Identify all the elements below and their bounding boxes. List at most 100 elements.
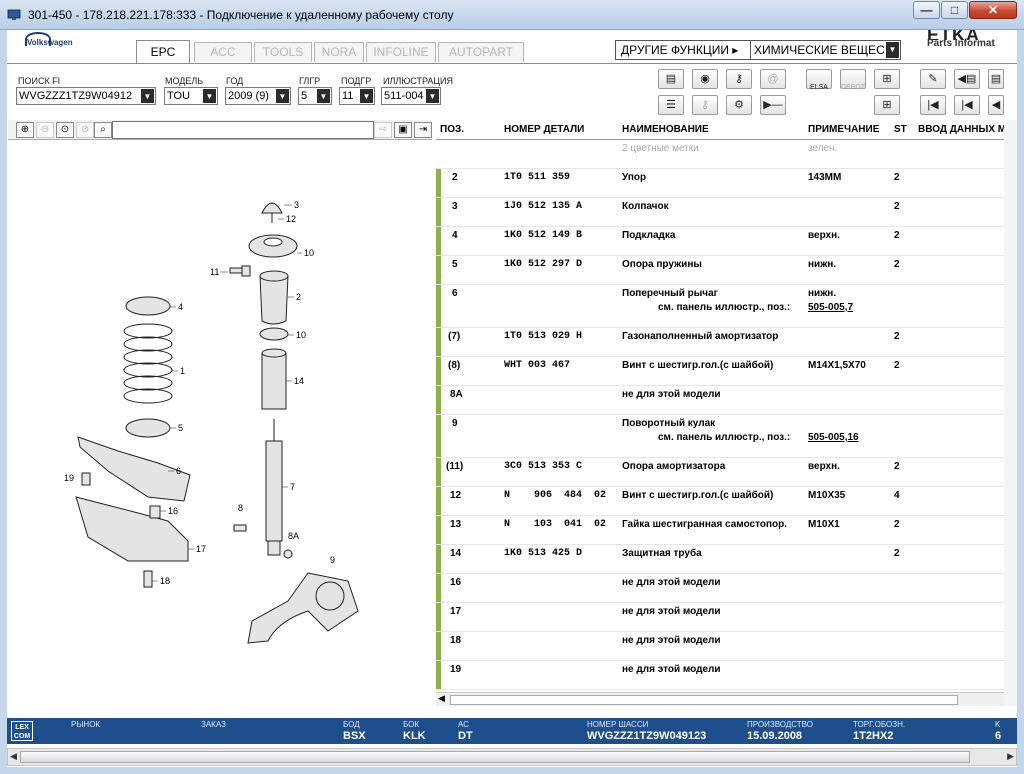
table-row[interactable]: 4 1K0 512 149 B Подкладка верхн. 2 — [436, 227, 1004, 256]
illus-nav-button[interactable]: ⇨ — [374, 122, 392, 138]
illustration-search-input[interactable] — [112, 121, 374, 139]
zoom-reset-button[interactable]: ⊘ — [76, 122, 94, 138]
window-scroll-thumb[interactable] — [20, 751, 970, 763]
bike-button[interactable]: ⚙ — [726, 95, 752, 115]
tab-acc[interactable]: ACC — [194, 42, 252, 62]
row-name: Опора пружины — [622, 259, 702, 270]
chevron-down-icon[interactable]: ▼ — [141, 89, 154, 103]
col-input[interactable]: ВВОД ДАННЫХ М — [918, 124, 1006, 135]
col-part-number[interactable]: НОМЕР ДЕТАЛИ — [504, 124, 584, 135]
row-name: Опора амортизатора — [622, 461, 726, 472]
save-disc-icon: ◉ — [700, 73, 710, 85]
status-bok-label: БОК — [403, 720, 420, 729]
cart2-button[interactable]: ⊞ — [874, 95, 900, 115]
table-row[interactable]: 2 цветные метки зелен. — [436, 141, 1004, 169]
scroll-left-icon[interactable]: ◀ — [10, 751, 17, 762]
fi-search-field[interactable]: WVGZZZ1TZ9W04912 ▼ — [16, 87, 156, 105]
minimize-button[interactable]: — — [913, 1, 940, 19]
year-select[interactable]: 2009 (9) ▼ — [225, 87, 291, 105]
table-row[interactable]: (8) WHT 003 467 Винт с шестигр.гол.(с ша… — [436, 357, 1004, 386]
table-horizontal-scrollbar[interactable]: ◀ — [436, 692, 1004, 706]
exploded-illustration[interactable]: 3 12 10 11 2 10 14 7 8 8A 9 4 1 5 6 19 1… — [8, 141, 432, 711]
prev-button[interactable]: |◀ — [954, 95, 980, 115]
col-pos[interactable]: ПОЗ. — [440, 124, 464, 135]
scroll-thumb[interactable] — [450, 695, 958, 705]
tab-autopart[interactable]: AUTOPART — [438, 42, 524, 62]
magnifier-button[interactable]: ⌕ — [94, 122, 112, 138]
expand-button[interactable]: ⇥ — [414, 122, 432, 138]
tab-nora[interactable]: NORA — [314, 42, 364, 62]
pin-icon: ✎ — [928, 73, 938, 85]
cart-button[interactable]: ⊞ — [874, 69, 900, 89]
table-row[interactable]: 9 Поворотный кулак см. панель иллюстр., … — [436, 415, 1004, 458]
next-page-button[interactable]: ▤ — [988, 69, 1004, 89]
maximize-button[interactable]: □ — [941, 1, 968, 19]
table-row[interactable]: 3 1J0 512 135 A Колпачок 2 — [436, 198, 1004, 227]
table-row[interactable]: 8A не для этой модели — [436, 386, 1004, 415]
illustration-link[interactable]: 505-005,16 — [808, 432, 859, 443]
tab-tools[interactable]: TOOLS — [254, 42, 312, 62]
table-row[interactable]: 16 не для этой модели — [436, 574, 1004, 603]
illustration-link[interactable]: 505-005,7 — [808, 302, 853, 313]
chevron-down-icon[interactable]: ▼ — [203, 89, 216, 103]
table-row[interactable]: 5 1K0 512 297 D Опора пружины нижн. 2 — [436, 256, 1004, 285]
main-group-select[interactable]: 5 ▼ — [298, 87, 332, 105]
table-row[interactable]: 17 не для этой модели — [436, 603, 1004, 632]
print-button[interactable]: ▤ — [658, 69, 684, 89]
sub-group-select[interactable]: 11 ▼ — [339, 87, 375, 105]
row-pos: 5 — [452, 259, 458, 270]
zoom-out-icon: ⊖ — [40, 124, 50, 135]
chevron-down-icon[interactable]: ▼ — [360, 89, 373, 103]
part-protective-tube — [261, 352, 287, 410]
row-part-number: 1T0 513 029 H — [504, 331, 583, 342]
right-scroll-gutter[interactable] — [1004, 120, 1017, 706]
scroll-left-icon[interactable]: ◀ — [438, 693, 445, 704]
chevron-down-icon[interactable]: ▼ — [276, 89, 289, 103]
row-part-number: N 103 041 02 — [504, 519, 607, 530]
model-select[interactable]: TOU ▼ — [164, 87, 218, 105]
tab-infoline[interactable]: INFOLINE — [366, 42, 436, 62]
table-row[interactable]: 12 N 906 484 02 Винт с шестигр.гол.(с ша… — [436, 487, 1004, 516]
chevron-down-icon[interactable]: ▼ — [426, 89, 439, 103]
table-row[interactable]: 13 N 103 041 02 Гайка шестигранная самос… — [436, 516, 1004, 545]
back-button[interactable]: ◀ — [988, 95, 1004, 115]
scroll-right-icon[interactable]: ▶ — [1007, 751, 1014, 762]
save-button[interactable]: ◉ — [692, 69, 718, 89]
row-see-illustration: см. панель иллюстр., поз.: — [658, 432, 791, 443]
main-group-label: ГЛГР — [299, 76, 321, 86]
chat-button[interactable]: @ — [760, 69, 786, 89]
table-row[interactable]: 6 Поперечный рычаг см. панель иллюстр., … — [436, 285, 1004, 328]
table-row[interactable]: (11) 3C0 513 353 C Опора амортизатора ве… — [436, 458, 1004, 487]
zoom-in-button[interactable]: ⊕ — [16, 122, 34, 138]
col-qty[interactable]: ST — [894, 124, 907, 135]
zoom-fit-button[interactable]: ⊙ — [56, 122, 74, 138]
list-button[interactable]: ☰ — [658, 95, 684, 115]
close-button[interactable]: ✕ — [969, 1, 1017, 19]
illustration-select[interactable]: 511-004 ▼ — [381, 87, 441, 105]
key2-button[interactable]: ⚷ — [692, 95, 718, 115]
row-marker — [436, 458, 441, 486]
table-row[interactable]: 18 не для этой модели — [436, 632, 1004, 661]
step-button[interactable]: ▶— — [760, 95, 786, 115]
prev-page-button[interactable]: ◀▤ — [954, 69, 980, 89]
split-view-button[interactable]: ▣ — [394, 122, 412, 138]
key-button[interactable]: ⚷ — [726, 69, 752, 89]
elsa-button[interactable]: ELSA — [806, 69, 832, 91]
pin-button[interactable]: ✎ — [920, 69, 946, 89]
tab-epc[interactable]: EPC — [136, 40, 190, 64]
depot-button[interactable]: DEPOT — [840, 69, 866, 91]
col-name[interactable]: НАИМЕНОВАНИЕ — [622, 124, 709, 135]
row-marker — [436, 256, 441, 284]
chevron-down-icon[interactable]: ▼ — [886, 42, 899, 58]
table-row[interactable]: (7) 1T0 513 029 H Газонаполненный аморти… — [436, 328, 1004, 357]
chevron-down-icon[interactable]: ▼ — [317, 89, 330, 103]
first-button[interactable]: |◀ — [920, 95, 946, 115]
zoom-out-button[interactable]: ⊖ — [36, 122, 54, 138]
table-row[interactable]: 14 1K0 513 425 D Защитная труба 2 — [436, 545, 1004, 574]
table-row[interactable]: 2 1T0 511 359 Упор 143MM 2 — [436, 169, 1004, 198]
table-row[interactable]: 19 не для этой модели — [436, 661, 1004, 690]
other-functions-menu[interactable]: ДРУГИЕ ФУНКЦИИ ▸ — [615, 40, 751, 60]
window-horizontal-scrollbar[interactable]: ◀ ▶ — [7, 748, 1017, 766]
col-note[interactable]: ПРИМЕЧАНИЕ — [808, 124, 879, 135]
chemicals-select[interactable]: ХИМИЧЕСКИЕ ВЕЩЕС ▼ — [750, 40, 901, 60]
